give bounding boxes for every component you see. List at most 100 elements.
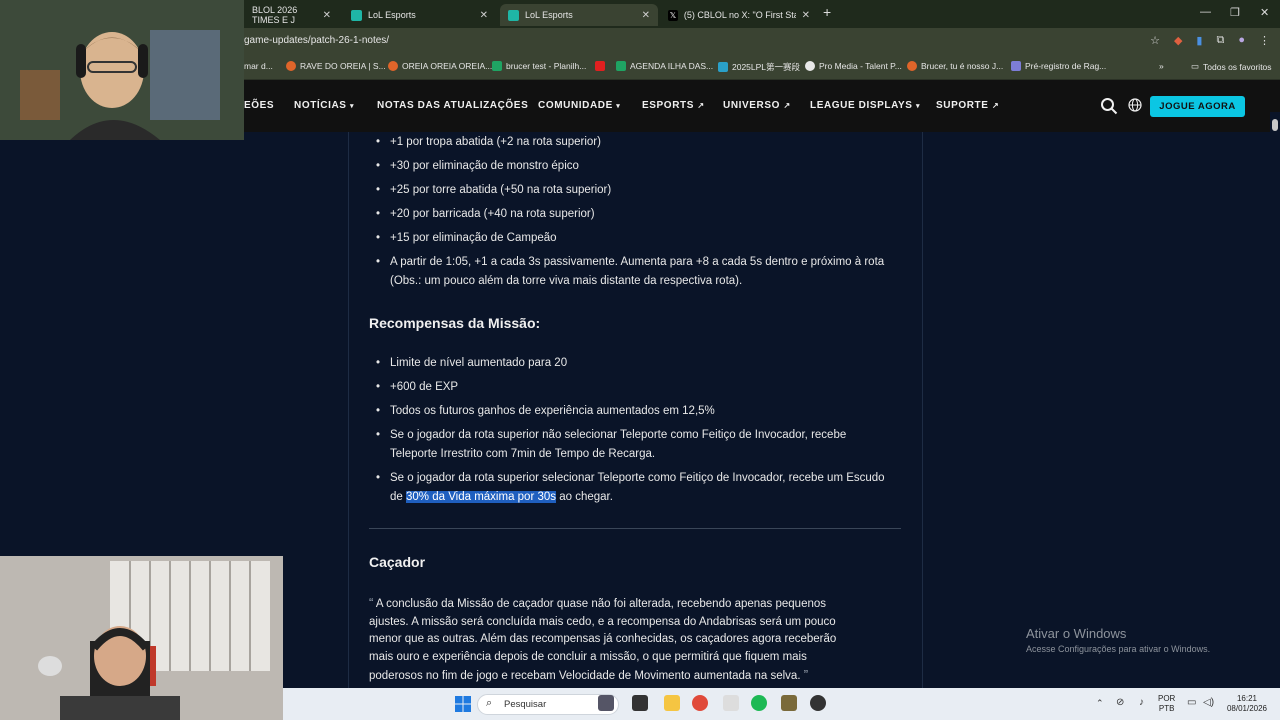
bookmark-label: OREIA OREIA OREIA... [402,61,493,71]
chevron-up-icon[interactable]: ⌃ [1096,698,1104,709]
bookmark-item[interactable]: RAVE DO OREIA | S... [286,61,386,71]
mission-rewards-list: Limite de nível aumentado para 20 +600 d… [376,354,885,507]
restore-icon[interactable]: ❐ [1230,6,1240,19]
close-quote-icon: ” [803,667,809,682]
globe-icon[interactable] [1128,98,1142,112]
clock[interactable]: 16:21 08/01/2026 [1226,694,1268,714]
sheets-icon [492,61,502,71]
bookmark-item[interactable]: Brucer, tu é nosso J... [907,61,1003,71]
bookmark-item[interactable]: brucer test - Planilh... [492,61,586,71]
nav-item-universo[interactable]: UNIVERSO ↗ [723,100,791,111]
bookmark-label: Pré-registro de Rag... [1025,61,1107,71]
microphone-icon[interactable]: ♪ [1139,697,1144,708]
bookmark-item[interactable]: AGENDA ILHA DAS... [616,61,713,71]
bookmark-item[interactable] [595,61,605,71]
nav-label: LEAGUE DISPLAYS [810,100,913,111]
task-view-icon[interactable] [632,695,648,711]
tab-title: BLOL 2026 TIMES E J [252,5,298,25]
nav-item-noticias[interactable]: NOTÍCIAS ▾ [294,100,354,111]
bookmark-folder[interactable]: ▭ Todos os favoritos [1191,61,1272,72]
file-explorer-icon[interactable] [664,695,680,711]
bookmark-extension-icon[interactable]: ▮ [1196,34,1202,47]
list-item: +1 por tropa abatida (+2 na rota superio… [376,133,884,152]
list-item: Se o jogador da rota superior não seleci… [376,426,885,464]
minimize-icon[interactable]: — [1200,6,1211,18]
profile-icon[interactable]: ● [1238,34,1245,47]
bookmark-label: mar d... [244,61,273,71]
close-icon[interactable]: ✕ [802,10,810,21]
play-now-button[interactable]: JOGUE AGORA [1150,96,1245,117]
close-icon[interactable]: ✕ [642,10,650,21]
list-item: Todos os futuros ganhos de experiência a… [376,402,885,421]
display-icon[interactable]: ▭ [1187,697,1196,708]
list-item-text: Se o jogador da rota superior não seleci… [390,429,847,441]
x-favicon-icon: 𝕏 [668,9,678,21]
puzzle-icon[interactable]: ⧉ [1216,34,1224,47]
extension-icon[interactable]: ◆ [1174,34,1182,47]
list-item-text: (Obs.: um pouco além da torre viva mais … [390,275,743,287]
sheets-icon [616,61,626,71]
menu-icon[interactable]: ⋮ [1259,34,1270,47]
jungle-heading: Caçador [369,554,426,570]
chevron-down-icon: ▾ [616,103,621,110]
external-link-icon: ↗ [991,101,1000,110]
favicon-icon [718,62,728,72]
tab-title: (5) CBLOL no X: "O First Stand [683,10,796,20]
external-link-icon: ↗ [783,101,791,110]
bookmark-item[interactable]: Pré-registro de Rag... [1011,61,1106,71]
windows-start-icon[interactable] [455,696,471,712]
list-item: +25 por torre abatida (+50 na rota super… [376,181,884,200]
nav-item-league-displays[interactable]: LEAGUE DISPLAYS ▾ [810,100,920,111]
nav-label: UNIVERSO [723,100,781,111]
bookmark-item[interactable]: OREIA OREIA OREIA... [388,61,492,71]
close-icon[interactable]: ✕ [323,10,331,21]
tab-title: LoL Esports [368,10,416,20]
browser-tab-1[interactable]: BLOL 2026 TIMES E J ✕ [244,4,339,26]
page-scrollbar[interactable] [1270,112,1280,688]
new-tab-icon[interactable]: + [823,4,831,20]
nav-item-patch-notes[interactable]: NOTAS DAS ATUALIZAÇÕES [377,100,528,111]
lol-esports-favicon-icon [508,9,519,21]
search-icon[interactable] [1100,97,1118,115]
watermark-title: Ativar o Windows [1026,626,1127,641]
youtube-icon [595,61,605,71]
obs-icon[interactable] [810,695,826,711]
bookmark-label: 2025LPL第一赛段 [732,62,801,72]
camera-widget-icon[interactable] [598,695,614,711]
spotify-icon[interactable] [751,695,767,711]
webcam-overlay-top [0,0,244,140]
volume-icon[interactable]: ◁) [1203,697,1214,708]
language-indicator[interactable]: POR PTB [1158,694,1175,714]
bookmark-label: RAVE DO OREIA | S... [300,61,386,71]
more-bookmarks-icon[interactable]: » [1159,61,1164,71]
list-item-text: ao chegar. [556,491,613,503]
list-item: +15 por eliminação de Campeão [376,229,884,248]
browser-tab-4[interactable]: 𝕏 (5) CBLOL no X: "O First Stand ✕ [660,4,818,26]
favicon-icon [907,61,917,71]
chrome-icon[interactable] [692,695,708,711]
bookmark-item[interactable]: mar d... [244,61,273,71]
address-bar-icons: ☆ ◆ ▮ ⧉ ● ⋮ [1150,34,1270,47]
url-field[interactable]: game-updates/patch-26-1-notes/ [244,35,389,46]
list-item: Se o jogador da rota superior selecionar… [376,469,885,507]
nav-item-suporte[interactable]: SUPORTE ↗ [936,100,999,111]
window-close-icon[interactable]: ✕ [1260,6,1269,19]
star-icon[interactable]: ☆ [1150,34,1160,47]
nav-item-campeoes[interactable]: EÕES [244,100,274,111]
close-icon[interactable]: ✕ [480,10,488,21]
notes-icon[interactable] [723,695,739,711]
scrollbar-thumb[interactable] [1272,119,1278,131]
bookmark-item[interactable]: 2025LPL第一赛段 [718,61,800,73]
bookmark-label: Pro Media - Talent P... [819,61,902,71]
nav-item-comunidade[interactable]: COMUNIDADE ▾ [538,100,620,111]
league-client-icon[interactable] [781,695,797,711]
bookmark-item[interactable]: Pro Media - Talent P... [805,61,902,71]
browser-tab-3[interactable]: LoL Esports ✕ [500,4,658,26]
chevron-down-icon: ▾ [915,103,921,110]
network-icon[interactable]: ⊘ [1116,697,1124,708]
browser-tab-2[interactable]: LoL Esports ✕ [343,4,496,26]
nav-item-esports[interactable]: ESPORTS ↗ [642,100,705,111]
clock-date: 08/01/2026 [1226,704,1268,713]
lang-code: POR [1158,694,1176,703]
selected-text[interactable]: 30% da Vida máxima por 30s [406,491,557,503]
